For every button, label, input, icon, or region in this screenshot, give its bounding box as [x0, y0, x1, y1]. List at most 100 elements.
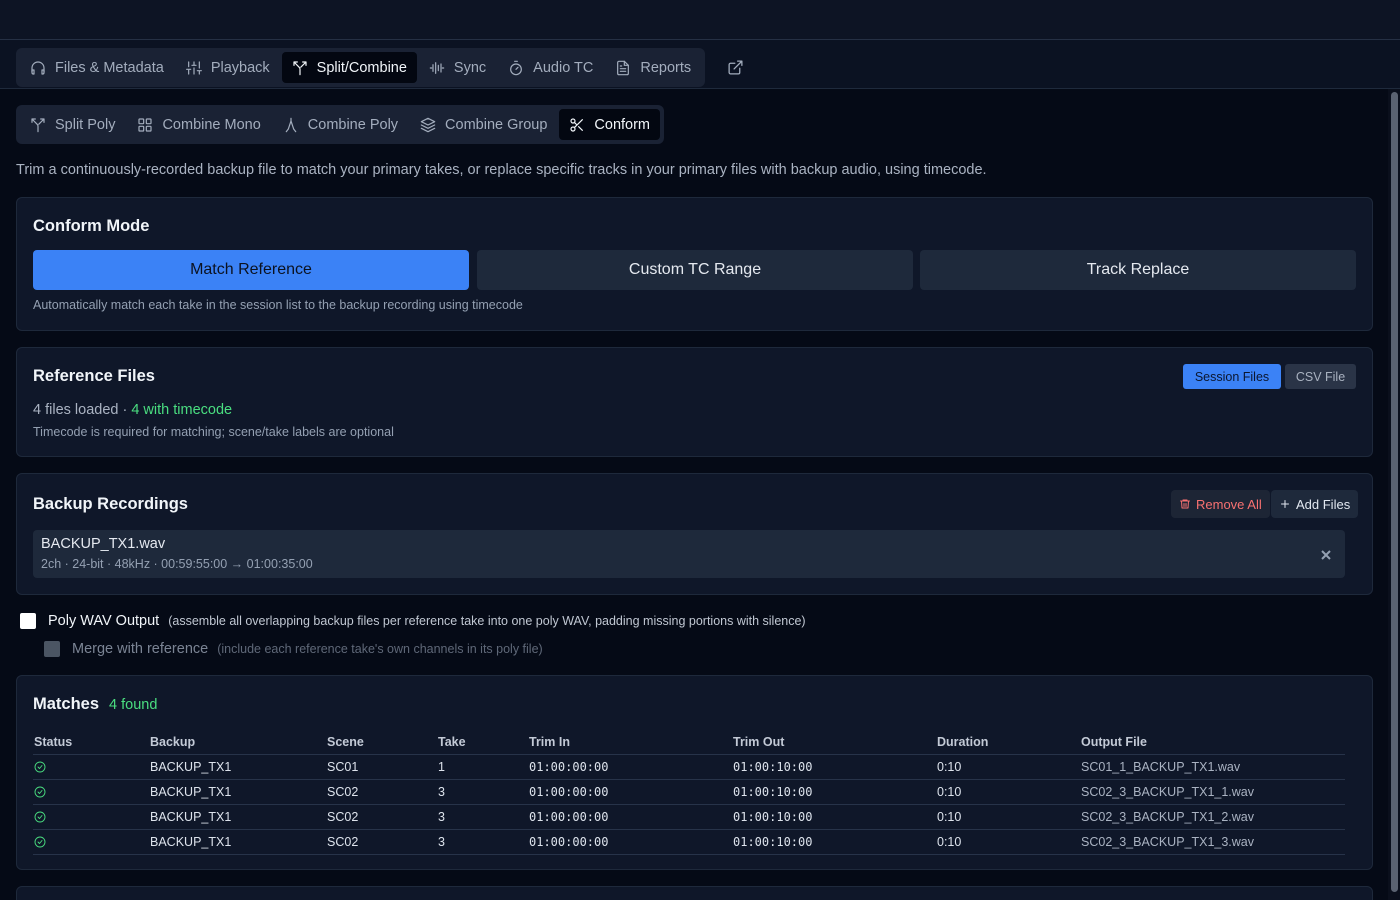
page-description: Trim a continuously-recorded backup file… [16, 162, 987, 178]
sub-tab-bar: Split Poly Combine Mono Combine Poly Com… [16, 105, 665, 144]
tab-label: Playback [210, 59, 270, 76]
table-row: BACKUP_TX1 SC02 3 01:00:00:00 01:00:10:0… [33, 804, 1345, 830]
backup-cell: BACKUP_TX1 [149, 804, 326, 830]
track-replace-button[interactable]: Track Replace [920, 250, 1356, 290]
tab-label: Conform [594, 116, 651, 133]
tab-split-combine[interactable]: Split/Combine [281, 52, 417, 83]
table-row: BACKUP_TX1 SC02 3 01:00:00:00 01:00:10:0… [33, 779, 1345, 805]
custom-tc-range-button[interactable]: Custom TC Range [477, 250, 913, 290]
external-link-icon[interactable] [727, 59, 744, 76]
backup-cell: BACKUP_TX1 [149, 754, 326, 780]
trim-in-cell: 01:00:00:00 [528, 804, 732, 830]
conform-mode-hint: Automatically match each take in the ses… [33, 298, 523, 312]
timer-icon [510, 60, 523, 75]
column-header: Backup [149, 730, 326, 755]
tab-label: Split Poly [55, 116, 116, 133]
tab-label: Sync [453, 59, 487, 76]
tab-label: Files & Metadata [55, 59, 164, 76]
next-section-card [16, 886, 1373, 900]
session-files-toggle[interactable]: Session Files [1183, 364, 1281, 389]
waveform-icon [429, 61, 445, 74]
backup-cell: BACKUP_TX1 [149, 779, 326, 805]
tab-split-poly[interactable]: Split Poly [20, 109, 125, 140]
tab-playback[interactable]: Playback [176, 52, 280, 83]
match-reference-button[interactable]: Match Reference [33, 250, 469, 290]
csv-file-toggle[interactable]: CSV File [1285, 364, 1356, 389]
tab-label: Audio TC [533, 59, 594, 76]
trim-in-cell: 01:00:00:00 [528, 829, 732, 855]
main-tab-bar: Files & Metadata Playback Split/Combine … [16, 48, 706, 87]
take-cell: 3 [437, 829, 528, 855]
tab-sync[interactable]: Sync [419, 52, 496, 83]
files-loaded-text: 4 files loaded [33, 402, 119, 418]
column-header: Trim In [528, 730, 732, 755]
tab-label: Combine Group [445, 116, 548, 133]
trim-out-cell: 01:00:10:00 [732, 829, 936, 855]
poly-wav-option: Poly WAV Output (assemble all overlappin… [20, 613, 806, 629]
check-circle-icon [34, 761, 148, 773]
output-file-cell: SC01_1_BACKUP_TX1.wav [1080, 754, 1345, 780]
duration-cell: 0:10 [936, 779, 1080, 805]
remove-file-close-icon[interactable] [1321, 547, 1331, 560]
backup-cell: BACKUP_TX1 [149, 829, 326, 855]
table-row: BACKUP_TX1 SC01 1 01:00:00:00 01:00:10:0… [33, 754, 1345, 780]
split-icon [31, 117, 45, 132]
trim-out-cell: 01:00:10:00 [732, 804, 936, 830]
add-files-button[interactable]: Add Files [1271, 490, 1359, 518]
remove-all-button[interactable]: Remove All [1171, 490, 1270, 518]
scene-cell: SC01 [326, 754, 437, 780]
merge-reference-option: Merge with reference (include each refer… [44, 641, 543, 657]
conform-mode-card: Conform Mode Match Reference Custom TC R… [16, 197, 1373, 331]
matches-title: Matches 4 found [33, 695, 157, 714]
backup-file-name: BACKUP_TX1.wav [41, 536, 166, 552]
duration-cell: 0:10 [936, 829, 1080, 855]
scene-cell: SC02 [326, 804, 437, 830]
scene-cell: SC02 [326, 779, 437, 805]
tab-combine-mono[interactable]: Combine Mono [127, 109, 270, 140]
conform-mode-title: Conform Mode [33, 217, 150, 235]
column-header: Trim Out [732, 730, 936, 755]
title-bar [0, 0, 1400, 40]
tab-label: Split/Combine [316, 59, 407, 76]
merge-reference-checkbox[interactable] [44, 641, 60, 657]
trim-in-cell: 01:00:00:00 [528, 754, 732, 780]
column-header: Status [33, 730, 149, 755]
file-text-icon [617, 60, 630, 75]
check-circle-icon [34, 811, 148, 823]
tab-label: Combine Poly [307, 116, 399, 133]
reference-files-title: Reference Files [33, 367, 155, 385]
reference-files-card: Reference Files Session Files CSV File 4… [16, 347, 1373, 457]
add-files-label: Add Files [1296, 496, 1351, 512]
plus-icon [1281, 500, 1289, 508]
merge-reference-description: (include each reference take's own chann… [217, 642, 543, 656]
tab-audio-tc[interactable]: Audio TC [498, 52, 603, 83]
poly-wav-label: Poly WAV Output [48, 613, 160, 629]
tab-combine-poly[interactable]: Combine Poly [273, 109, 408, 140]
trim-in-cell: 01:00:00:00 [528, 779, 732, 805]
column-header: Duration [936, 730, 1080, 755]
poly-wav-checkbox[interactable] [20, 613, 36, 629]
remove-all-label: Remove All [1196, 496, 1262, 512]
poly-wav-description: (assemble all overlapping backup files p… [168, 614, 806, 628]
scene-cell: SC02 [326, 829, 437, 855]
matches-title-text: Matches [33, 695, 100, 713]
reference-files-hint: Timecode is required for matching; scene… [33, 425, 394, 439]
trim-out-cell: 01:00:10:00 [732, 754, 936, 780]
tab-label: Reports [640, 59, 692, 76]
merge-icon [285, 117, 297, 132]
column-header: Scene [326, 730, 437, 755]
duration-cell: 0:10 [936, 804, 1080, 830]
tab-files-metadata[interactable]: Files & Metadata [20, 52, 174, 83]
scissors-icon [570, 117, 584, 132]
output-file-cell: SC02_3_BACKUP_TX1_2.wav [1080, 804, 1345, 830]
take-cell: 1 [437, 754, 528, 780]
duration-cell: 0:10 [936, 754, 1080, 780]
tab-reports[interactable]: Reports [605, 52, 701, 83]
timecode-count-text: 4 with timecode [131, 402, 233, 418]
output-file-cell: SC02_3_BACKUP_TX1_1.wav [1080, 779, 1345, 805]
tab-combine-group[interactable]: Combine Group [410, 109, 557, 140]
grid-icon [138, 117, 153, 132]
tab-conform[interactable]: Conform [559, 109, 661, 140]
table-row: BACKUP_TX1 SC02 3 01:00:00:00 01:00:10:0… [33, 829, 1345, 855]
scrollbar-thumb[interactable] [1391, 92, 1398, 892]
